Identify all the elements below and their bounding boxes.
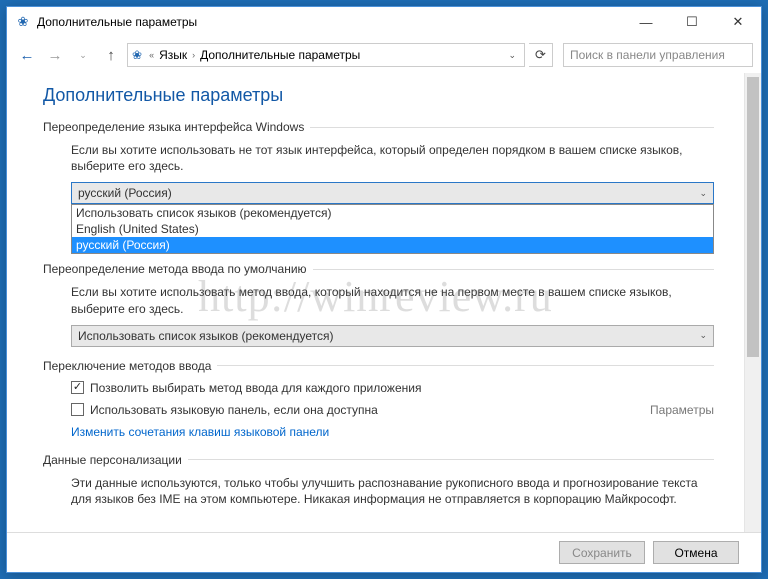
minimize-button[interactable]: — xyxy=(623,7,669,37)
per-app-input-checkbox[interactable] xyxy=(71,381,84,394)
language-bar-params-link[interactable]: Параметры xyxy=(650,403,714,417)
language-bar-checkbox[interactable] xyxy=(71,403,84,416)
maximize-button[interactable]: ☐ xyxy=(669,7,715,37)
breadcrumb-root-chevron-icon: « xyxy=(146,50,157,60)
content-pane: http://winreview.ru Дополнительные парам… xyxy=(7,73,744,532)
checkbox-label: Использовать языковую панель, если она д… xyxy=(90,403,378,417)
chevron-down-icon[interactable]: ⌄ xyxy=(508,50,516,61)
group-description: Эти данные используются, только чтобы ул… xyxy=(71,475,714,505)
group-title: Данные персонализации xyxy=(43,453,182,467)
search-input[interactable]: Поиск в панели управления xyxy=(563,43,753,67)
group-description: Если вы хотите использовать не тот язык … xyxy=(71,142,714,174)
language-icon: ❀ xyxy=(132,48,142,62)
titlebar: ❀ Дополнительные параметры — ☐ ✕ xyxy=(7,7,761,37)
group-title: Переопределение языка интерфейса Windows xyxy=(43,120,304,134)
group-personalization: Данные персонализации Эти данные использ… xyxy=(43,453,714,505)
group-switch-input: Переключение методов ввода Позволить выб… xyxy=(43,359,714,439)
refresh-button[interactable]: ⟳ xyxy=(529,43,553,67)
chevron-down-icon: ⌄ xyxy=(699,188,707,199)
language-icon: ❀ xyxy=(15,14,31,30)
divider xyxy=(310,127,714,128)
nav-forward-button[interactable]: → xyxy=(43,43,67,67)
input-method-select[interactable]: Использовать список языков (рекомендуетс… xyxy=(71,325,714,347)
chevron-down-icon: ⌄ xyxy=(699,330,707,341)
divider xyxy=(188,459,714,460)
nav-recent-chevron-icon[interactable]: ⌄ xyxy=(71,43,95,67)
vertical-scrollbar[interactable] xyxy=(744,73,761,532)
button-bar: Сохранить Отмена xyxy=(7,532,761,572)
cancel-button[interactable]: Отмена xyxy=(653,541,739,564)
checkbox-label: Позволить выбирать метод ввода для каждо… xyxy=(90,381,421,395)
nav-back-button[interactable]: ← xyxy=(15,43,39,67)
divider xyxy=(313,269,714,270)
divider xyxy=(217,365,714,366)
chevron-right-icon: › xyxy=(189,50,198,60)
hotkeys-link[interactable]: Изменить сочетания клавиш языковой панел… xyxy=(71,425,714,439)
breadcrumb[interactable]: ❀ « Язык › Дополнительные параметры ⌄ xyxy=(127,43,525,67)
dropdown-option[interactable]: English (United States) xyxy=(72,221,713,237)
search-placeholder: Поиск в панели управления xyxy=(570,48,725,62)
navbar: ← → ⌄ ↑ ❀ « Язык › Дополнительные параме… xyxy=(7,37,761,73)
window-title: Дополнительные параметры xyxy=(37,15,623,29)
select-value: Использовать список языков (рекомендуетс… xyxy=(78,329,334,343)
window-controls: — ☐ ✕ xyxy=(623,7,761,37)
window: ❀ Дополнительные параметры — ☐ ✕ ← → ⌄ ↑… xyxy=(6,6,762,573)
nav-up-button[interactable]: ↑ xyxy=(99,43,123,67)
dropdown-option[interactable]: Использовать список языков (рекомендуетс… xyxy=(72,205,713,221)
display-language-select[interactable]: русский (Россия) ⌄ Использовать список я… xyxy=(71,182,714,204)
display-language-dropdown: Использовать список языков (рекомендуетс… xyxy=(71,204,714,254)
scrollbar-thumb[interactable] xyxy=(747,77,759,357)
dropdown-option[interactable]: русский (Россия) xyxy=(72,237,713,253)
save-button[interactable]: Сохранить xyxy=(559,541,645,564)
group-title: Переопределение метода ввода по умолчани… xyxy=(43,262,307,276)
breadcrumb-item[interactable]: Язык xyxy=(159,48,187,62)
group-title: Переключение методов ввода xyxy=(43,359,211,373)
select-value: русский (Россия) xyxy=(78,186,172,200)
group-input-method: Переопределение метода ввода по умолчани… xyxy=(43,262,714,346)
group-description: Если вы хотите использовать метод ввода,… xyxy=(71,284,714,316)
page-title: Дополнительные параметры xyxy=(43,85,714,106)
group-display-language: Переопределение языка интерфейса Windows… xyxy=(43,120,714,204)
close-button[interactable]: ✕ xyxy=(715,7,761,37)
breadcrumb-item[interactable]: Дополнительные параметры xyxy=(200,48,360,62)
